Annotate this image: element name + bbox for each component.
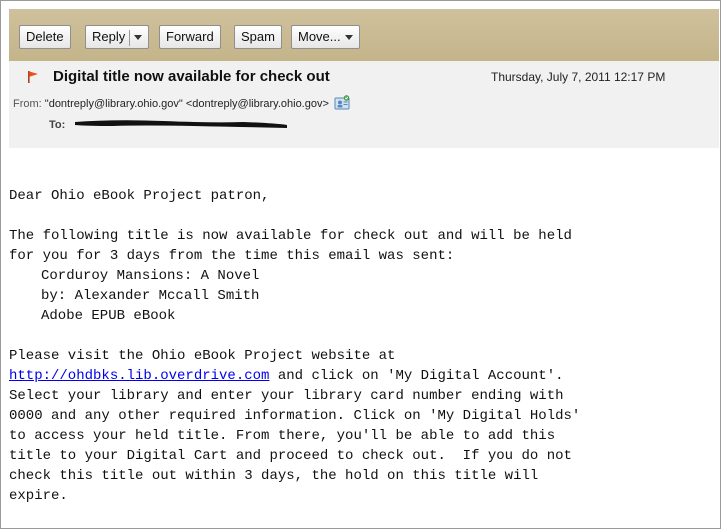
delete-button-label: Delete — [26, 29, 64, 44]
email-reader-window: Delete Reply Forward Spam Move... Digita… — [0, 0, 721, 529]
book-author: by: Alexander Mccall Smith — [41, 288, 260, 304]
move-button[interactable]: Move... — [291, 25, 360, 49]
body-text-line: title to your Digital Cart and proceed t… — [9, 448, 572, 464]
message-body: Dear Ohio eBook Project patron, The foll… — [9, 186, 719, 506]
reply-dropdown-separator — [129, 29, 131, 46]
spam-button-label: Spam — [241, 29, 275, 44]
forward-button[interactable]: Forward — [159, 25, 221, 49]
book-title: Corduroy Mansions: A Novel — [41, 268, 260, 284]
to-label: To: — [49, 119, 66, 131]
body-text-line: to access your held title. From there, y… — [9, 428, 556, 444]
from-label: From: — [13, 98, 42, 110]
from-address[interactable]: "dontreply@library.ohio.gov" <dontreply@… — [45, 98, 329, 110]
body-text-line: Select your library and enter your libra… — [9, 388, 564, 404]
chevron-down-icon[interactable] — [344, 35, 353, 41]
book-format: Adobe EPUB eBook — [41, 308, 176, 324]
body-text-line: The following title is now available for… — [9, 228, 572, 244]
body-text-line: http://ohdbks.lib.overdrive.com and clic… — [9, 366, 719, 386]
contact-card-icon[interactable] — [334, 95, 350, 111]
redacted-recipient — [75, 120, 287, 128]
body-text-fragment: and click on 'My Digital Account'. — [269, 368, 564, 384]
body-text-line: 0000 and any other required information.… — [9, 408, 581, 424]
spam-button[interactable]: Spam — [234, 25, 282, 49]
delete-button[interactable]: Delete — [19, 25, 71, 49]
message-subject: Digital title now available for check ou… — [53, 68, 330, 85]
greeting-text: Dear Ohio eBook Project patron, — [9, 188, 270, 204]
message-from: From: "dontreply@library.ohio.gov" <dont… — [13, 95, 350, 111]
forward-button-label: Forward — [166, 29, 214, 44]
body-text-line: check this title out within 3 days, the … — [9, 468, 539, 484]
reply-button[interactable]: Reply — [85, 25, 150, 49]
body-text-line: expire. — [9, 488, 68, 504]
body-text-line: for you for 3 days from the time this em… — [9, 248, 455, 264]
move-button-label: Move... — [298, 29, 341, 44]
chevron-down-icon[interactable] — [134, 35, 143, 41]
flag-icon[interactable] — [27, 70, 39, 84]
message-toolbar: Delete Reply Forward Spam Move... — [9, 9, 719, 61]
body-text-line: Please visit the Ohio eBook Project webs… — [9, 348, 396, 364]
message-header: Digital title now available for check ou… — [9, 61, 719, 148]
website-link[interactable]: http://ohdbks.lib.overdrive.com — [9, 368, 269, 384]
reply-button-label: Reply — [92, 29, 126, 44]
message-date: Thursday, July 7, 2011 12:17 PM — [491, 70, 666, 84]
